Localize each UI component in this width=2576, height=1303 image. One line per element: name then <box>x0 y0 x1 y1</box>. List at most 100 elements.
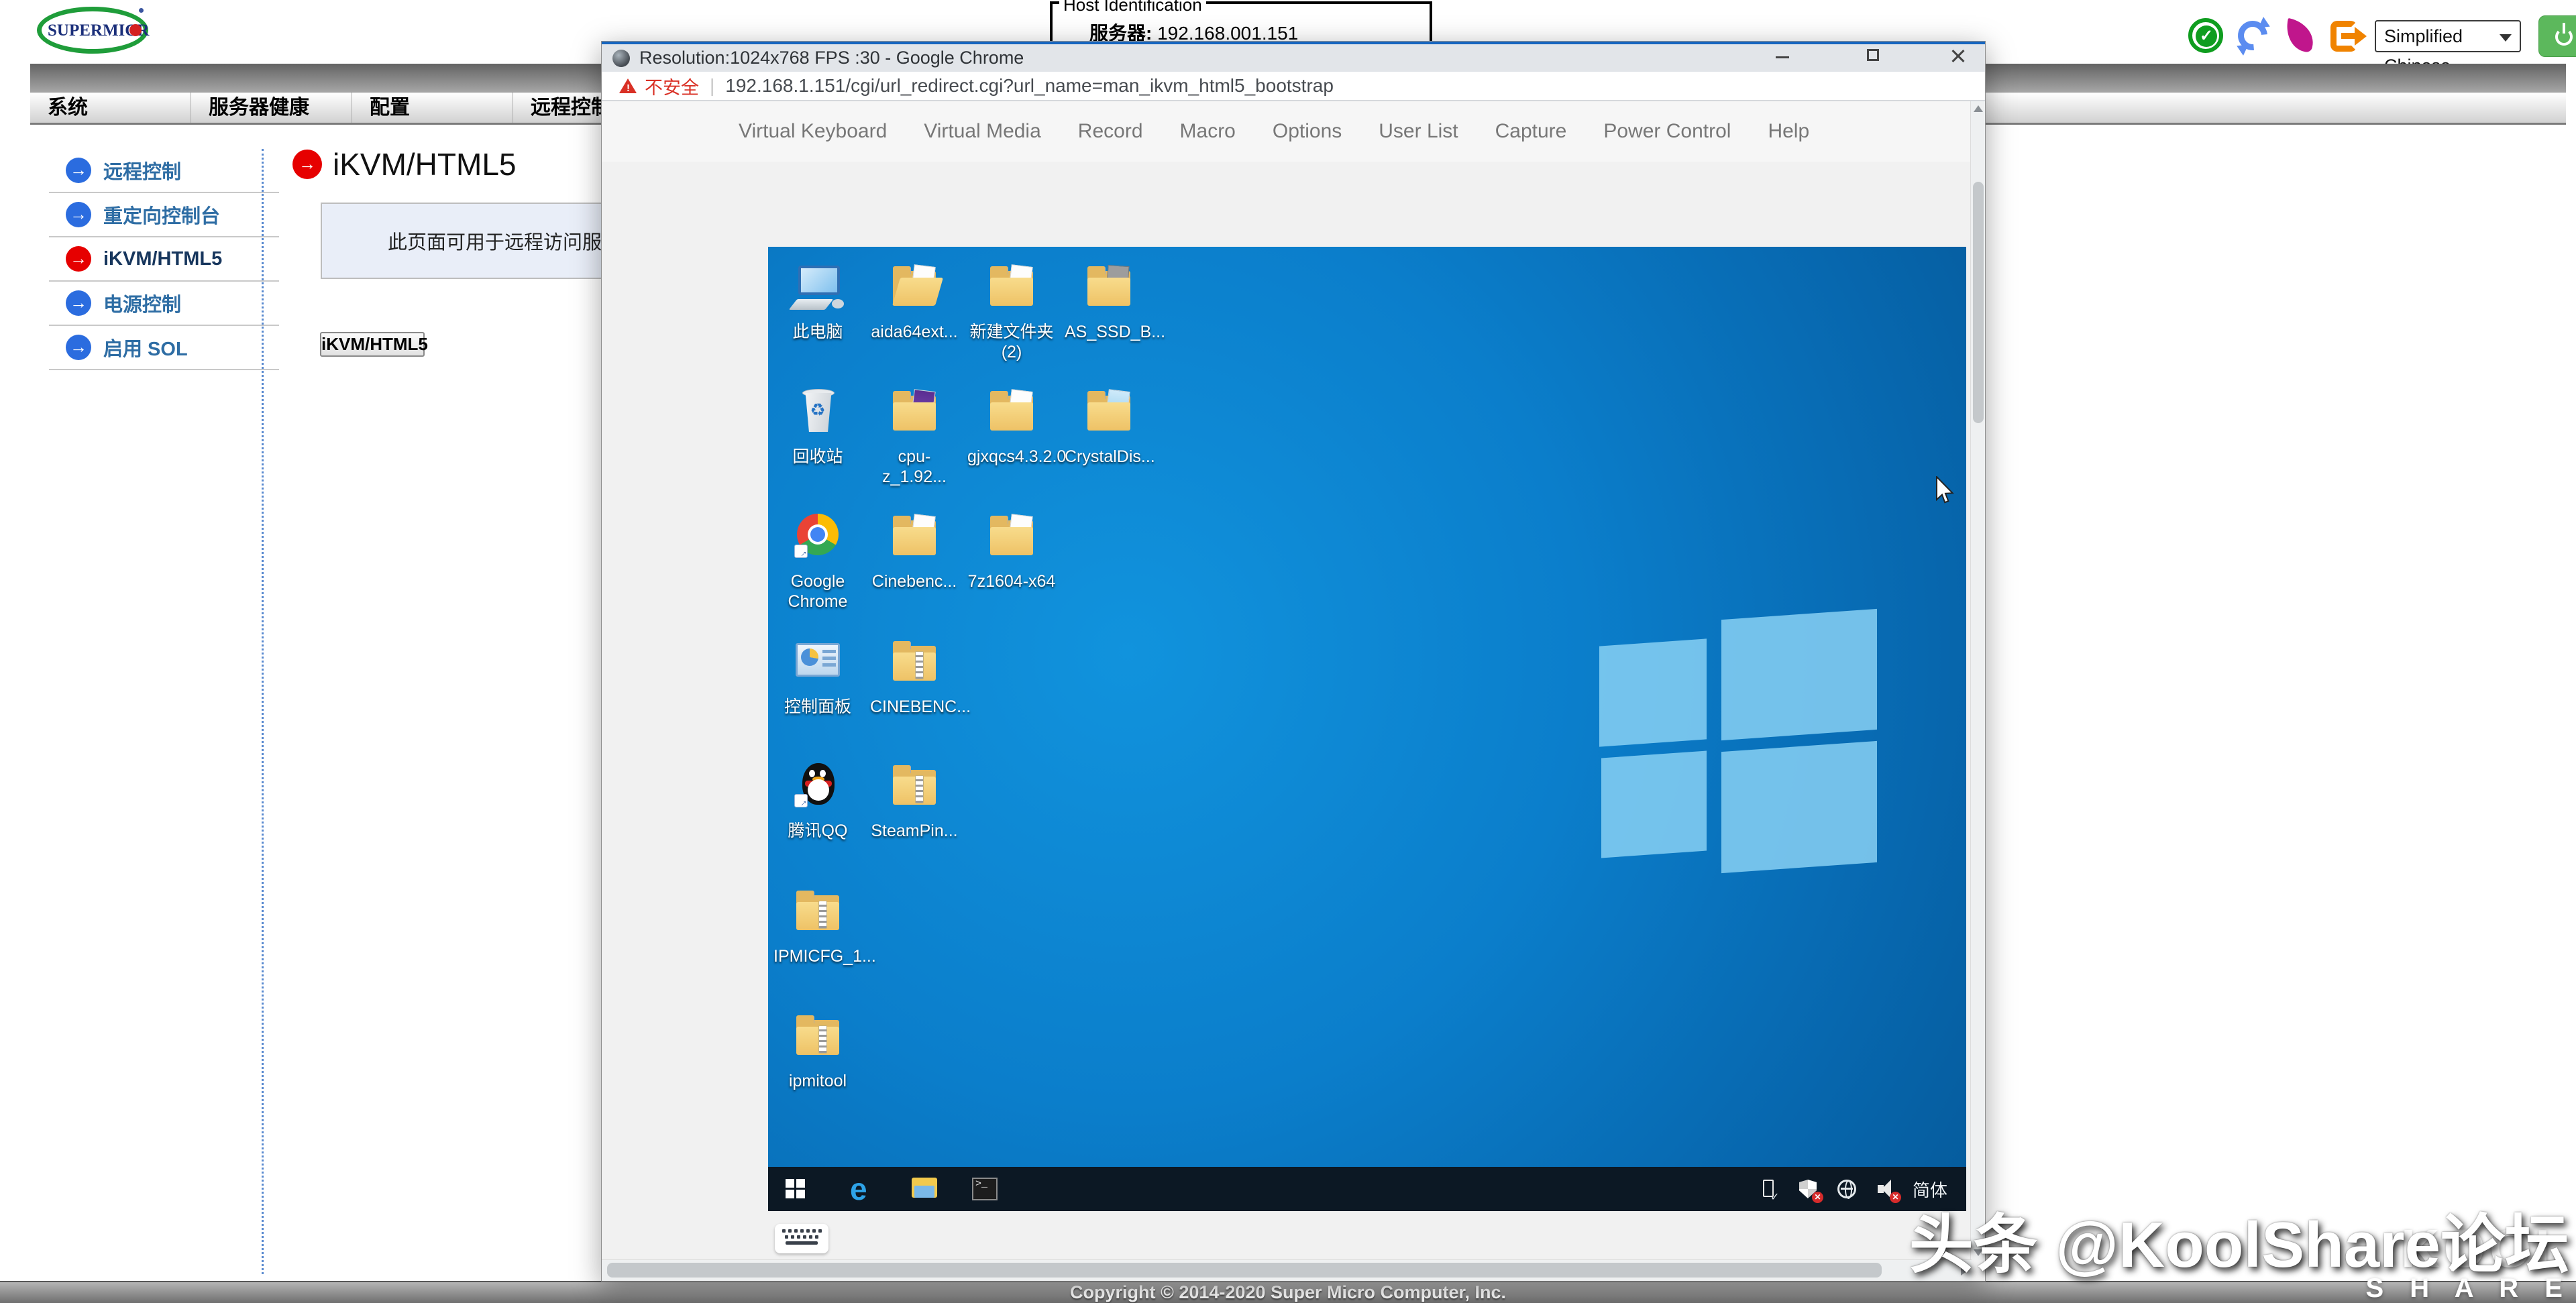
desktop-icon-recycle-bin[interactable]: ♻ 回收站 <box>773 385 862 467</box>
logo-spark-icon <box>139 8 144 13</box>
menu-help[interactable]: Help <box>1768 120 1809 143</box>
scroll-right-icon <box>1961 1266 1968 1276</box>
this-pc-icon <box>789 260 847 321</box>
url-text[interactable]: 192.168.1.151/cgi/url_redirect.cgi?url_n… <box>725 75 1334 97</box>
tab-system[interactable]: 系统 <box>30 93 191 123</box>
vertical-scroll-thumb[interactable] <box>1973 182 1984 423</box>
ime-language-indicator[interactable]: 简体 <box>1913 1177 1947 1202</box>
desktop-icon-cinebench-zip[interactable]: CINEBENC... <box>870 635 959 717</box>
desktop-icon-ipmicfg-zip[interactable]: IPMICFG_1... <box>773 885 862 966</box>
remote-taskbar: e >_ ✓ ✕ ✕ 简体 <box>768 1167 1966 1211</box>
language-select[interactable]: Simplified Chinese <box>2375 20 2521 52</box>
maximize-icon <box>1867 49 1879 61</box>
menu-macro[interactable]: Macro <box>1180 120 1236 143</box>
menu-options[interactable]: Options <box>1273 120 1342 143</box>
qq-penguin-icon: → <box>789 759 847 819</box>
desktop-icon-ipmitool-zip[interactable]: ipmitool <box>773 1009 862 1091</box>
folder-with-documents-icon <box>983 260 1040 321</box>
file-explorer-taskbar-button[interactable] <box>902 1167 944 1211</box>
menu-user-list[interactable]: User List <box>1379 120 1458 143</box>
desktop-icon-aida64[interactable]: aida64ext... <box>870 260 959 342</box>
windows-logo-pane <box>1599 638 1707 746</box>
arrow-circle-icon: → <box>66 290 91 316</box>
scroll-up-icon <box>1974 105 1983 112</box>
arrow-circle-icon: → <box>66 158 91 183</box>
logo-red-dot-icon <box>129 24 142 36</box>
remote-desktop-viewport[interactable]: 此电脑 aida64ext... 新建文件夹 (2) AS_SSD_B... ♻… <box>768 247 1966 1211</box>
arrow-circle-red-icon: → <box>66 246 91 272</box>
close-button[interactable] <box>1937 42 1978 69</box>
edge-icon: e <box>850 1171 867 1207</box>
folder-with-ssd-icon <box>1080 260 1138 321</box>
address-bar[interactable]: ! 不安全 | 192.168.1.151/cgi/url_redirect.c… <box>602 72 1985 101</box>
folder-with-installer-icon <box>885 385 943 445</box>
folder-with-blue-app-icon <box>1080 385 1138 445</box>
ikvm-menu-bar: Virtual Keyboard Virtual Media Record Ma… <box>602 101 1985 162</box>
warning-triangle-icon[interactable]: ! <box>619 77 638 95</box>
arrow-circle-red-icon: → <box>292 150 322 179</box>
command-prompt-taskbar-button[interactable]: >_ <box>963 1167 1004 1211</box>
menu-record[interactable]: Record <box>1078 120 1143 143</box>
start-button[interactable] <box>775 1167 816 1211</box>
windows-logo-pane <box>1601 751 1707 858</box>
edge-taskbar-button[interactable]: e <box>842 1167 883 1211</box>
minimize-button[interactable] <box>1761 42 1803 69</box>
usb-device-icon[interactable]: ✓ <box>1757 1177 1781 1201</box>
sidebar-item-ikvm-html5[interactable]: → iKVM/HTML5 <box>49 237 279 282</box>
menu-power-control[interactable]: Power Control <box>1603 120 1731 143</box>
arrow-circle-icon: → <box>66 335 91 360</box>
desktop-icon-as-ssd[interactable]: AS_SSD_B... <box>1065 260 1153 342</box>
command-prompt-icon: >_ <box>972 1178 998 1200</box>
menu-capture[interactable]: Capture <box>1495 120 1567 143</box>
feather-icon[interactable] <box>2281 17 2320 56</box>
menu-virtual-keyboard[interactable]: Virtual Keyboard <box>739 120 887 143</box>
vertical-scrollbar[interactable] <box>1970 101 1985 1260</box>
status-ok-icon[interactable]: ✓ <box>2187 17 2226 56</box>
desktop-icon-7zip[interactable]: 7z1604-x64 <box>967 510 1056 591</box>
desktop-icon-crystaldisk[interactable]: CrystalDis... <box>1065 385 1153 467</box>
desktop-icon-google-chrome[interactable]: → Google Chrome <box>773 510 862 612</box>
tab-server-health[interactable]: 服务器健康 <box>191 93 352 123</box>
network-no-internet-icon[interactable] <box>1835 1177 1859 1201</box>
sidebar-item-console-redirection[interactable]: → 重定向控制台 <box>49 193 279 237</box>
windows-start-icon <box>786 1179 806 1199</box>
logout-icon[interactable] <box>2328 17 2367 56</box>
chrome-icon: → <box>789 510 847 570</box>
volume-muted-icon[interactable]: ✕ <box>1874 1177 1898 1201</box>
chrome-popup-window: Resolution:1024x768 FPS :30 - Google Chr… <box>601 41 1986 1282</box>
page-title: → iKVM/HTML5 <box>292 146 516 182</box>
horizontal-scroll-thumb[interactable] <box>607 1263 1882 1278</box>
desktop-icon-control-panel[interactable]: 控制面板 <box>773 635 862 717</box>
host-identification-box: Host Identification 服务器: 192.168.001.151 <box>1050 1 1432 46</box>
not-secure-label[interactable]: 不安全 <box>645 73 699 99</box>
desktop-icon-new-folder-2[interactable]: 新建文件夹 (2) <box>967 260 1056 362</box>
zipped-folder-icon <box>885 759 943 819</box>
sidebar-item-power-control[interactable]: → 电源控制 <box>49 282 279 326</box>
desktop-icon-cpu-z[interactable]: cpu-z_1.92... <box>870 385 959 487</box>
topbar-controls: ✓ Simplified Chinese <box>2187 15 2576 58</box>
host-identification-legend: Host Identification <box>1059 0 1206 15</box>
folder-with-documents-icon <box>885 510 943 570</box>
zipped-folder-icon <box>885 635 943 695</box>
maximize-button[interactable] <box>1852 42 1894 69</box>
ikvm-html5-launch-button[interactable]: iKVM/HTML5 <box>320 332 425 357</box>
desktop-icon-this-pc[interactable]: 此电脑 <box>773 260 862 342</box>
tab-configuration[interactable]: 配置 <box>352 93 513 123</box>
sidebar-item-remote-control[interactable]: → 远程控制 <box>49 149 279 193</box>
desktop-icon-cinebench[interactable]: Cinebenc... <box>870 510 959 591</box>
sidebar-menu: → 远程控制 → 重定向控制台 → iKVM/HTML5 → 电源控制 → 启用… <box>49 149 279 370</box>
horizontal-scrollbar[interactable] <box>602 1259 1972 1281</box>
folder-with-documents-icon <box>983 385 1040 445</box>
menu-virtual-media[interactable]: Virtual Media <box>924 120 1041 143</box>
window-title: Resolution:1024x768 FPS :30 - Google Chr… <box>639 48 1024 68</box>
power-button[interactable] <box>2538 15 2576 57</box>
virtual-keyboard-toggle-button[interactable] <box>775 1224 828 1253</box>
desktop-icon-steampin-zip[interactable]: SteamPin... <box>870 759 959 841</box>
mouse-cursor <box>1935 476 1955 509</box>
security-shield-alert-icon[interactable]: ✕ <box>1796 1177 1820 1201</box>
sidebar-item-launch-sol[interactable]: → 启用 SOL <box>49 326 279 370</box>
refresh-icon[interactable] <box>2234 17 2273 56</box>
desktop-icon-gjxqcs[interactable]: gjxqcs4.3.2.0 <box>967 385 1056 467</box>
desktop-icon-tencent-qq[interactable]: → 腾讯QQ <box>773 759 862 841</box>
windows-logo-pane <box>1721 741 1877 873</box>
